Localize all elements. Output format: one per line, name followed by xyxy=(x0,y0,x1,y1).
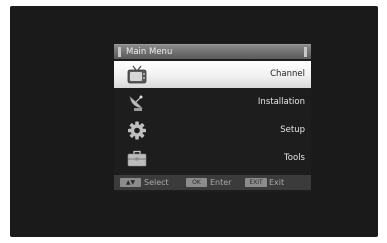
toolbox-icon xyxy=(127,150,147,167)
title-left-cap xyxy=(118,47,121,57)
enter-hint: Enter xyxy=(210,178,232,187)
gear-icon xyxy=(128,121,146,140)
menu-item-label: Channel xyxy=(270,69,305,79)
menu-item-label: Setup xyxy=(280,125,305,135)
title-right-cap xyxy=(304,47,307,57)
select-hint: Select xyxy=(144,178,169,187)
ok-key-label: OK xyxy=(192,179,201,186)
menu-item-label: Installation xyxy=(257,97,305,107)
menu-item-channel[interactable]: Channel xyxy=(114,61,311,88)
tv-icon xyxy=(127,65,147,84)
menu-item-installation[interactable]: Installation xyxy=(114,89,311,116)
menu-title: Main Menu xyxy=(126,47,173,57)
satellite-dish-icon xyxy=(129,95,143,111)
exit-hint: Exit xyxy=(269,178,285,187)
key-hint-bar: ▲▼ Select OK Enter EXIT Exit xyxy=(114,175,311,190)
main-menu: Main Menu Channel Installation Setup Too… xyxy=(114,44,311,192)
menu-item-label: Tools xyxy=(284,153,305,163)
updown-key-icon: ▲▼ xyxy=(120,178,141,187)
exit-key-icon: EXIT xyxy=(245,178,267,187)
updown-key-label: ▲▼ xyxy=(125,179,136,186)
menu-title-bar: Main Menu xyxy=(114,44,311,59)
tv-screen: Main Menu Channel Installation Setup Too… xyxy=(10,6,378,237)
ok-key-icon: OK xyxy=(186,178,207,187)
menu-item-setup[interactable]: Setup xyxy=(114,117,311,144)
exit-key-label: EXIT xyxy=(249,179,263,186)
menu-item-tools[interactable]: Tools xyxy=(114,145,311,172)
